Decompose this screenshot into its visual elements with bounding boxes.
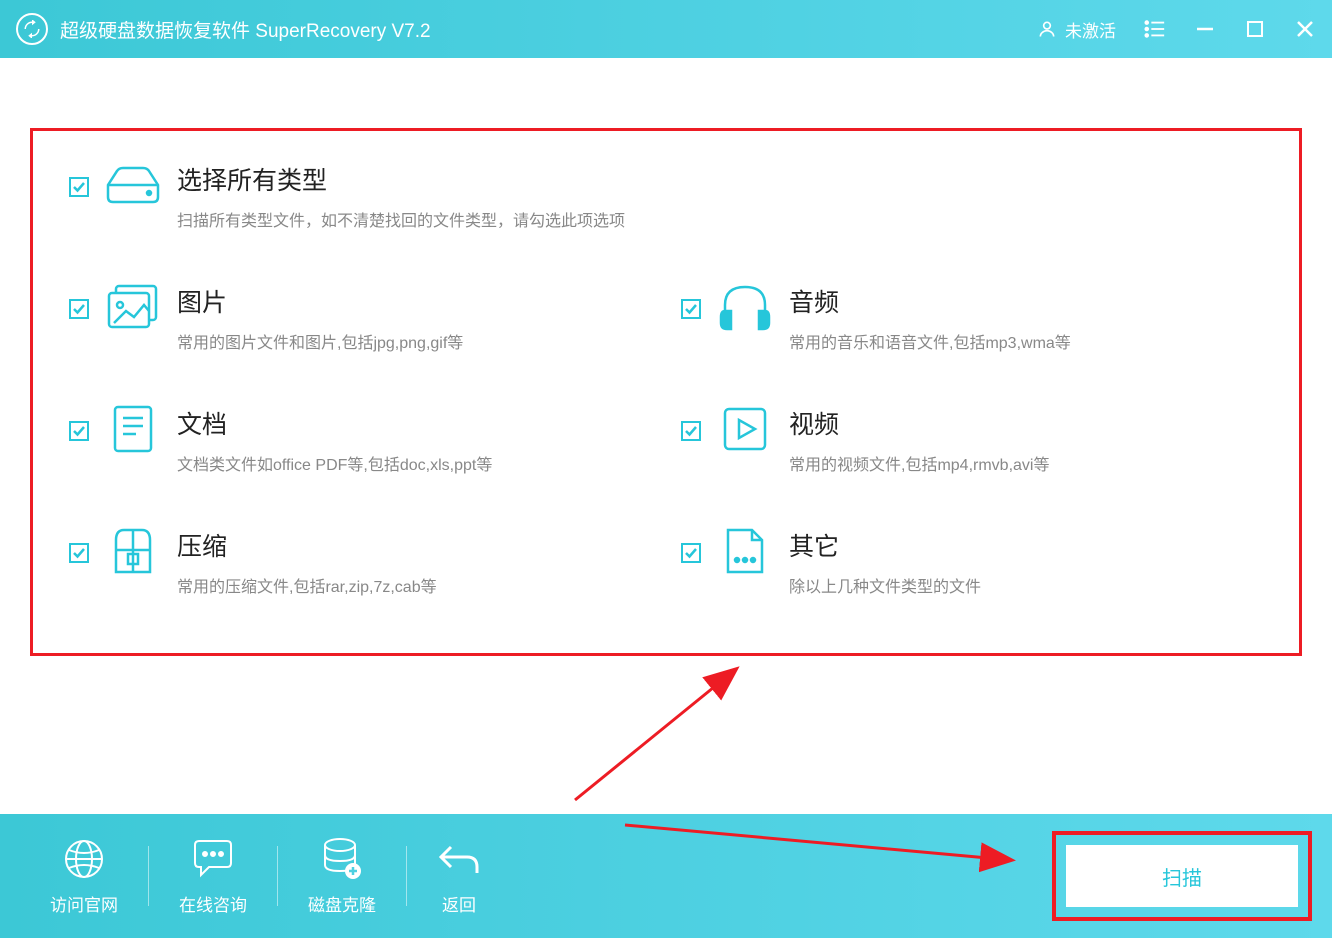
checkbox-archive[interactable] [69,543,89,563]
option-title: 图片 [177,283,463,319]
close-button[interactable] [1294,18,1316,40]
option-title: 文档 [177,405,492,441]
option-title: 音频 [789,283,1071,319]
option-other[interactable]: 其它 除以上几种文件类型的文件 [681,523,1263,597]
checkbox-all[interactable] [69,177,89,197]
option-document[interactable]: 文档 文档类文件如office PDF等,包括doc,xls,ppt等 [69,401,651,475]
titlebar: 超级硬盘数据恢复软件 SuperRecovery V7.2 未激活 [0,0,1332,58]
option-title: 其它 [789,527,981,563]
consult-button[interactable]: 在线咨询 [149,837,277,916]
btm-label: 访问官网 [50,891,118,916]
activation-status[interactable]: 未激活 [1037,17,1116,42]
app-logo-icon [16,13,48,45]
document-icon [105,401,161,457]
option-desc: 常用的压缩文件,包括rar,zip,7z,cab等 [177,573,437,597]
option-title: 选择所有类型 [177,161,625,197]
btm-label: 磁盘克隆 [308,891,376,916]
option-audio[interactable]: 音频 常用的音乐和语音文件,包括mp3,wma等 [681,279,1263,353]
option-image[interactable]: 图片 常用的图片文件和图片,包括jpg,png,gif等 [69,279,651,353]
video-icon [717,401,773,457]
file-type-options: 选择所有类型 扫描所有类型文件，如不清楚找回的文件类型，请勾选此项选项 图片 常… [30,128,1302,656]
headphones-icon [717,279,773,335]
option-archive[interactable]: 压缩 常用的压缩文件,包括rar,zip,7z,cab等 [69,523,651,597]
file-other-icon [717,523,773,579]
archive-icon [105,523,161,579]
option-title: 压缩 [177,527,437,563]
maximize-button[interactable] [1244,18,1266,40]
option-desc: 常用的图片文件和图片,包括jpg,png,gif等 [177,329,463,353]
option-desc: 除以上几种文件类型的文件 [789,573,981,597]
option-desc: 常用的音乐和语音文件,包括mp3,wma等 [789,329,1071,353]
scan-button-highlight: 扫描 [1052,831,1312,921]
minimize-button[interactable] [1194,18,1216,40]
menu-icon[interactable] [1144,18,1166,40]
btm-label: 返回 [442,891,476,916]
scan-label: 扫描 [1162,862,1202,891]
option-desc: 常用的视频文件,包括mp4,rmvb,avi等 [789,451,1049,475]
option-title: 视频 [789,405,1049,441]
checkbox-image[interactable] [69,299,89,319]
option-desc: 文档类文件如office PDF等,包括doc,xls,ppt等 [177,451,492,475]
checkbox-audio[interactable] [681,299,701,319]
checkbox-other[interactable] [681,543,701,563]
option-video[interactable]: 视频 常用的视频文件,包括mp4,rmvb,avi等 [681,401,1263,475]
main-content: 选择所有类型 扫描所有类型文件，如不清楚找回的文件类型，请勾选此项选项 图片 常… [0,58,1332,656]
back-icon [437,837,481,881]
activation-text: 未激活 [1065,17,1116,42]
checkbox-video[interactable] [681,421,701,441]
checkbox-document[interactable] [69,421,89,441]
option-all-types[interactable]: 选择所有类型 扫描所有类型文件，如不清楚找回的文件类型，请勾选此项选项 [69,157,1263,231]
clone-button[interactable]: 磁盘克隆 [278,837,406,916]
titlebar-right: 未激活 [1037,17,1316,42]
globe-icon [63,837,105,881]
user-icon [1037,19,1057,39]
chat-icon [191,837,235,881]
image-icon [105,279,161,335]
disk-icon [105,157,161,213]
scan-button[interactable]: 扫描 [1066,845,1298,907]
database-icon [321,837,363,881]
back-button[interactable]: 返回 [407,837,511,916]
bottom-toolbar: 访问官网 在线咨询 磁盘克隆 返回 扫描 [0,814,1332,938]
website-button[interactable]: 访问官网 [20,837,148,916]
option-desc: 扫描所有类型文件，如不清楚找回的文件类型，请勾选此项选项 [177,207,625,231]
app-title: 超级硬盘数据恢复软件 SuperRecovery V7.2 [60,16,1037,43]
btm-label: 在线咨询 [179,891,247,916]
